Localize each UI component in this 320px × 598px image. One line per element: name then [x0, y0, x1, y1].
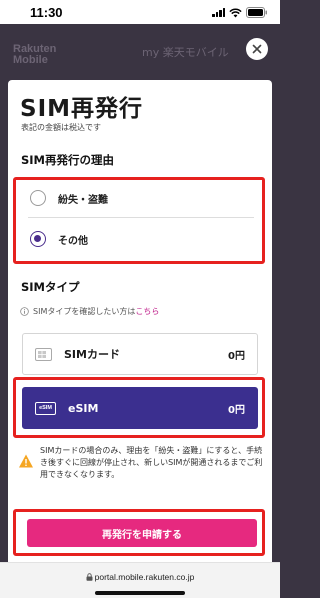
sim-type-note: SIMタイプを確認したい方はこちら — [20, 306, 159, 317]
sim-type-heading: SIMタイプ — [21, 280, 80, 294]
radio-lost[interactable] — [30, 190, 46, 206]
browser-url-bar[interactable]: portal.mobile.rakuten.co.jp — [0, 562, 280, 598]
battery-icon — [246, 7, 267, 18]
reason-label-lost: 紛失・盗難 — [58, 194, 108, 206]
sim-option-esim[interactable]: eSIM eSIM 0円 — [22, 387, 258, 429]
page-title: SIM再発行 — [20, 96, 144, 122]
lock-icon — [86, 573, 93, 581]
radio-other[interactable] — [30, 231, 46, 247]
wifi-icon — [229, 7, 242, 17]
status-bar: 11:30 — [0, 0, 280, 24]
sim-option-name: eSIM — [68, 401, 99, 415]
signal-icon — [212, 8, 225, 17]
submit-reissue-button[interactable]: 再発行を申請する — [27, 519, 257, 547]
warning-icon — [19, 454, 33, 468]
reason-label-other: その他 — [58, 235, 88, 247]
my-rakuten-mobile-link: my 楽天モバイル — [142, 46, 229, 59]
warning-text: SIMカードの場合のみ、理由を「紛失・盗難」にすると、手続き後すぐに回線が停止さ… — [40, 446, 263, 479]
url-text: portal.mobile.rakuten.co.jp — [94, 572, 195, 582]
reason-heading: SIM再発行の理由 — [21, 153, 115, 167]
divider — [28, 217, 254, 218]
tax-note: 表記の金額は税込です — [21, 123, 101, 132]
reason-option-lost[interactable]: 紛失・盗難 — [30, 181, 250, 215]
sim-option-price: 0円 — [228, 350, 245, 362]
sim-type-note-text: SIMタイプを確認したい方は — [33, 307, 136, 316]
warning-note: SIMカードの場合のみ、理由を「紛失・盗難」にすると、手続き後すぐに回線が停止さ… — [18, 445, 264, 481]
home-indicator — [95, 591, 185, 595]
rakuten-mobile-logo: Rakuten Mobile — [13, 43, 57, 66]
esim-icon: eSIM — [35, 401, 56, 415]
sim-option-price: 0円 — [228, 404, 245, 416]
info-icon — [20, 307, 29, 316]
status-icons — [212, 7, 268, 18]
sim-card-icon — [35, 347, 52, 361]
sim-type-help-link[interactable]: こちら — [135, 307, 159, 316]
sim-option-physical[interactable]: SIMカード 0円 — [22, 333, 258, 375]
status-time: 11:30 — [30, 5, 63, 20]
url-display[interactable]: portal.mobile.rakuten.co.jp — [0, 572, 280, 582]
close-icon — [252, 44, 262, 54]
close-button[interactable] — [246, 38, 268, 60]
reason-option-other[interactable]: その他 — [30, 222, 250, 256]
sim-reissue-modal: SIM再発行 表記の金額は税込です SIM再発行の理由 紛失・盗難 その他 SI… — [8, 80, 272, 562]
sim-option-name: SIMカード — [64, 348, 120, 361]
